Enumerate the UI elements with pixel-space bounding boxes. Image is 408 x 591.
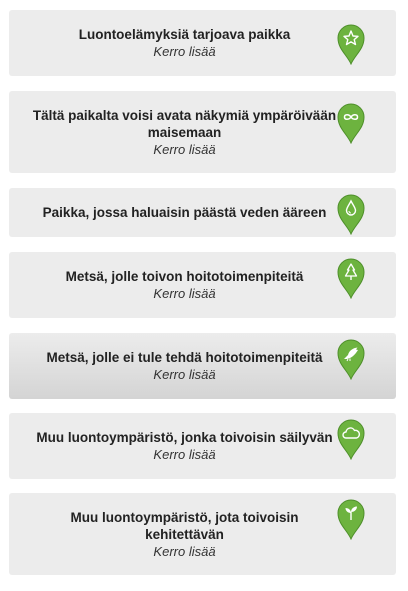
tree-icon xyxy=(336,257,366,299)
water-drop-icon xyxy=(336,193,366,235)
read-more-link[interactable]: Kerro lisää xyxy=(153,141,215,158)
read-more-link[interactable]: Kerro lisää xyxy=(153,543,215,560)
option-card-forest-maintenance[interactable]: Metsä, jolle toivon hoitotoimenpiteitä K… xyxy=(9,252,396,318)
read-more-link[interactable]: Kerro lisää xyxy=(153,285,215,302)
bird-icon xyxy=(336,338,366,380)
read-more-link[interactable]: Kerro lisää xyxy=(153,446,215,463)
option-card-develop-environment[interactable]: Muu luontoympäristö, jota toivoisin kehi… xyxy=(9,493,396,575)
option-title: Metsä, jolle toivon hoitotoimenpiteitä xyxy=(65,269,304,284)
infinity-icon xyxy=(336,102,366,144)
option-card-nature-experiences[interactable]: Luontoelämyksiä tarjoava paikka Kerro li… xyxy=(9,10,396,76)
option-card-water-access[interactable]: Paikka, jossa haluaisin päästä veden äär… xyxy=(9,188,396,237)
option-card-forest-untouched[interactable]: Metsä, jolle ei tule tehdä hoitotoimenpi… xyxy=(9,333,396,399)
read-more-link[interactable]: Kerro lisää xyxy=(153,366,215,383)
star-icon xyxy=(336,23,366,65)
cloud-icon xyxy=(336,418,366,460)
sprout-icon xyxy=(336,498,366,540)
option-title: Paikka, jossa haluaisin päästä veden äär… xyxy=(42,205,327,220)
option-title: Muu luontoympäristö, jonka toivoisin säi… xyxy=(36,430,333,445)
option-card-scenic-views[interactable]: Tältä paikalta voisi avata näkymiä ympär… xyxy=(9,91,396,173)
read-more-link[interactable]: Kerro lisää xyxy=(153,43,215,60)
option-title: Tältä paikalta voisi avata näkymiä ympär… xyxy=(32,107,337,140)
option-title: Muu luontoympäristö, jota toivoisin kehi… xyxy=(70,509,299,542)
option-title: Luontoelämyksiä tarjoava paikka xyxy=(78,27,291,42)
option-title: Metsä, jolle ei tule tehdä hoitotoimenpi… xyxy=(46,350,323,365)
option-card-preserve-environment[interactable]: Muu luontoympäristö, jonka toivoisin säi… xyxy=(9,413,396,479)
